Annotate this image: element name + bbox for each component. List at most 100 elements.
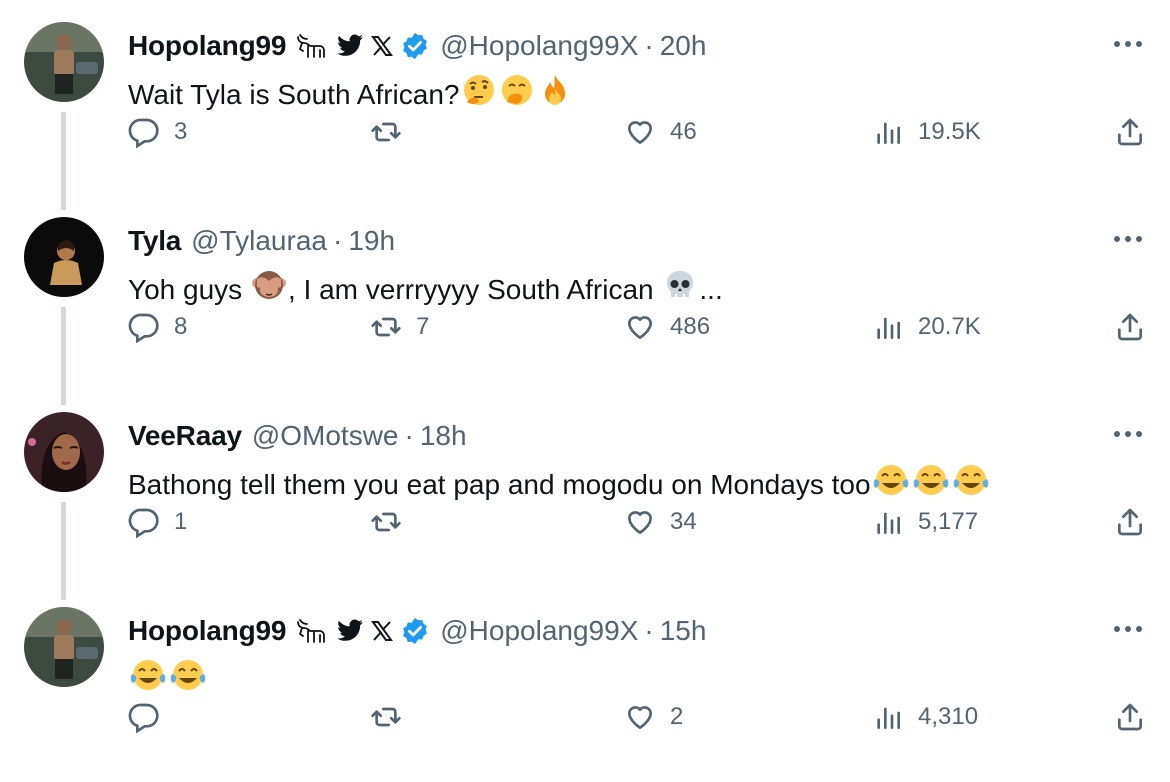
avatar-veeraay-image — [24, 412, 104, 492]
display-name[interactable]: VeeRaay — [128, 420, 242, 452]
tweet[interactable]: Hopolang99 @Hopolang99X · 15h 2 4,310 — [0, 585, 1170, 780]
avatar[interactable] — [24, 607, 104, 687]
action-bar: 2 4,310 — [128, 695, 1158, 739]
display-name[interactable]: Hopolang99 — [128, 30, 286, 62]
avatar[interactable] — [24, 22, 104, 102]
views-button[interactable]: 5,177 — [872, 500, 978, 544]
share-button[interactable] — [1114, 500, 1146, 544]
retweet-icon — [371, 707, 401, 727]
retweet-button[interactable] — [370, 500, 416, 544]
more-dots-icon — [1114, 626, 1142, 632]
retweet-button[interactable]: 7 — [370, 305, 429, 349]
display-name[interactable]: Hopolang99 — [128, 615, 286, 647]
separator-dot: · — [644, 30, 654, 61]
avatar[interactable] — [24, 412, 104, 492]
action-bar: 1 34 5,177 — [128, 500, 1158, 544]
share-button[interactable] — [1114, 695, 1146, 739]
bird-icon — [336, 619, 364, 643]
like-button[interactable]: 486 — [624, 305, 710, 349]
reply-button[interactable]: 8 — [128, 305, 187, 349]
views-icon — [877, 512, 900, 534]
share-button[interactable] — [1114, 305, 1146, 349]
tweet-header: Tyla @Tylauraa · 19h — [128, 221, 395, 261]
avatar-hopolang-image — [24, 607, 104, 687]
separator-dot: · — [644, 615, 654, 646]
action-bar: 8 7 486 20.7K — [128, 305, 1158, 349]
share-icon — [1118, 313, 1142, 341]
separator-dot: · — [332, 225, 343, 256]
heart-icon — [628, 316, 652, 339]
avatar[interactable] — [24, 217, 104, 297]
share-icon — [1118, 703, 1142, 731]
views-button[interactable]: 19.5K — [872, 110, 981, 154]
more-dots-icon — [1114, 236, 1142, 242]
views-button[interactable]: 4,310 — [872, 695, 978, 739]
badges — [294, 616, 430, 646]
retweet-count: 7 — [416, 313, 430, 340]
more-options-button[interactable] — [1106, 26, 1150, 62]
reply-icon — [128, 313, 159, 343]
separator-dot: · — [404, 420, 414, 451]
tweet-header: Hopolang99 @Hopolang99X · 15h — [128, 611, 706, 651]
views-button[interactable]: 20.7K — [872, 305, 981, 349]
more-options-button[interactable] — [1106, 416, 1150, 452]
tweet[interactable]: Tyla @Tylauraa · 19h Yoh guys , I am ver… — [0, 195, 1170, 405]
tweet-text-part: , I am verrryyyy South African — [287, 273, 662, 305]
share-button[interactable] — [1114, 110, 1146, 154]
tweet-header: VeeRaay @OMotswe · 18h — [128, 416, 467, 456]
like-button[interactable]: 46 — [624, 110, 697, 154]
timestamp[interactable]: 18h — [420, 420, 467, 452]
timestamp[interactable]: 15h — [660, 615, 707, 647]
heart-icon — [628, 121, 652, 144]
share-icon — [1118, 118, 1142, 146]
like-count: 34 — [670, 508, 697, 535]
handle[interactable]: @Tylauraa — [191, 225, 327, 257]
action-bar: 3 46 19.5K — [128, 110, 1158, 154]
avatar-tyla-image — [24, 217, 104, 297]
reply-icon — [128, 703, 159, 733]
views-icon — [877, 122, 900, 144]
retweet-icon — [371, 512, 401, 532]
retweet-button[interactable] — [370, 695, 416, 739]
handle[interactable]: @OMotswe — [252, 420, 399, 452]
reply-button[interactable] — [128, 695, 174, 739]
like-button[interactable]: 2 — [624, 695, 683, 739]
reply-icon — [128, 118, 159, 148]
heart-icon — [628, 706, 652, 729]
view-count: 5,177 — [918, 508, 979, 535]
retweet-button[interactable] — [370, 110, 416, 154]
tweet-text-content: Bathong tell them you eat pap and mogodu… — [128, 468, 871, 500]
tweet-text-content: Wait Tyla is South African? — [128, 78, 460, 110]
more-dots-icon — [1114, 431, 1142, 437]
display-name[interactable]: Tyla — [128, 225, 181, 257]
badges — [294, 31, 430, 61]
handle[interactable]: @Hopolang99X — [440, 615, 638, 647]
like-count: 2 — [670, 703, 684, 730]
views-icon — [877, 317, 900, 339]
avatar-hopolang-image — [24, 22, 104, 102]
more-options-button[interactable] — [1106, 611, 1150, 647]
more-options-button[interactable] — [1106, 221, 1150, 257]
share-icon — [1118, 508, 1142, 536]
like-count: 486 — [670, 313, 711, 340]
tweet[interactable]: Hopolang99 @Hopolang99X · 20h Wait Tyla … — [0, 0, 1170, 210]
like-button[interactable]: 34 — [624, 500, 697, 544]
goat-icon — [294, 31, 330, 61]
view-count: 20.7K — [918, 313, 981, 340]
reply-count: 1 — [174, 508, 188, 535]
x-logo-icon — [370, 620, 394, 642]
reply-count: 8 — [174, 313, 188, 340]
goat-icon — [294, 616, 330, 646]
retweet-icon — [371, 122, 401, 142]
tweet-text-part: Yoh guys — [128, 273, 250, 305]
handle[interactable]: @Hopolang99X — [440, 30, 638, 62]
reply-button[interactable]: 3 — [128, 110, 187, 154]
timestamp[interactable]: 19h — [348, 225, 395, 257]
bird-icon — [336, 34, 364, 58]
more-dots-icon — [1114, 41, 1142, 47]
verified-icon — [400, 31, 430, 61]
reply-thread: Hopolang99 @Hopolang99X · 20h Wait Tyla … — [0, 0, 1170, 782]
timestamp[interactable]: 20h — [660, 30, 707, 62]
reply-button[interactable]: 1 — [128, 500, 187, 544]
tweet[interactable]: VeeRaay @OMotswe · 18h Bathong tell them… — [0, 390, 1170, 600]
